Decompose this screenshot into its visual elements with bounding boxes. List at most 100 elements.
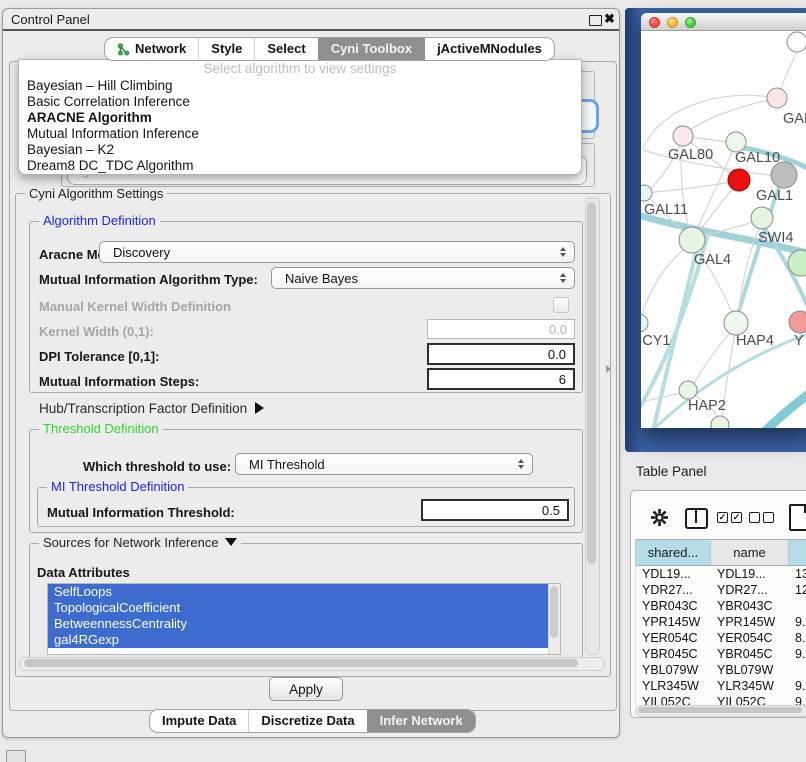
- node-label: GCY1: [641, 333, 671, 349]
- zoom-light-icon[interactable]: [685, 17, 696, 28]
- table-row[interactable]: YBR045CYBR045C9.: [636, 646, 806, 662]
- attribute-item-selfloops[interactable]: SelfLoops: [48, 584, 549, 600]
- node-table: shared...nameA YDL19...YDL19...13YDR27..…: [635, 539, 806, 706]
- network-node[interactable]: [711, 416, 729, 428]
- network-node[interactable]: [787, 32, 806, 52]
- table-body: YDL19...YDL19...13YDR27...YDR27...12YBR0…: [635, 566, 806, 706]
- table-row[interactable]: YBL079WYBL079W: [636, 662, 806, 678]
- algorithm-option-mutual-information-inference[interactable]: Mutual Information Inference: [19, 126, 581, 142]
- close-light-icon[interactable]: [649, 17, 660, 28]
- table-row[interactable]: YLR345WYLR345W9.: [636, 678, 806, 694]
- mi-steps-field[interactable]: 6: [427, 368, 575, 390]
- sources-legend[interactable]: Sources for Network Inference: [39, 536, 241, 549]
- network-node[interactable]: [679, 227, 705, 253]
- table-cell: YLR345W: [711, 678, 789, 694]
- mi-threshold-field[interactable]: 0.5: [421, 499, 569, 521]
- import-table-icon[interactable]: [789, 504, 806, 531]
- kernel-width-field[interactable]: 0.0: [427, 319, 575, 339]
- tab-style[interactable]: Style: [198, 38, 254, 60]
- manual-kernel-label: Manual Kernel Width Definition: [39, 299, 231, 314]
- table-panel: ✓ ✓ shared...nameA YDL19...YDL19...13YDR…: [630, 490, 806, 718]
- column-header-shared[interactable]: shared...: [636, 540, 711, 566]
- aracne-mode-select[interactable]: Discovery: [99, 241, 575, 263]
- panel-splitter-handle[interactable]: [606, 365, 611, 373]
- tab-label: Discretize Data: [261, 710, 354, 732]
- column-header-name[interactable]: name: [711, 540, 789, 566]
- table-row[interactable]: YDR27...YDR27...12: [636, 582, 806, 598]
- node-label: Y: [794, 333, 804, 349]
- tab-infer-network[interactable]: Infer Network: [367, 710, 475, 732]
- node-label: GAL4: [694, 252, 731, 268]
- select-all-checkbox-icon[interactable]: ✓: [731, 512, 742, 523]
- attribute-item-gal4rgexp[interactable]: gal4RGexp: [48, 632, 549, 648]
- network-node[interactable]: [641, 185, 652, 201]
- table-cell: [789, 598, 806, 614]
- algorithm-option-aracne-algorithm[interactable]: ARACNE Algorithm: [19, 110, 581, 126]
- table-row[interactable]: YPR145WYPR145W9.: [636, 614, 806, 630]
- network-graph: GALGAL80GAL10GAL1GAL11SWI4GAL4GCY1HAP4YH…: [641, 31, 806, 428]
- table-hscrollbar-thumb[interactable]: [638, 707, 802, 713]
- attribute-item-betweennesscentrality[interactable]: BetweennessCentrality: [48, 616, 549, 632]
- network-edge: [690, 98, 777, 130]
- network-node[interactable]: [728, 169, 750, 191]
- table-row[interactable]: YER054CYER054C8.: [636, 630, 806, 646]
- table-row[interactable]: YDL19...YDL19...13: [636, 566, 806, 582]
- tab-select[interactable]: Select: [254, 38, 317, 60]
- column-header-a[interactable]: A: [789, 540, 806, 566]
- network-node[interactable]: [767, 88, 787, 108]
- close-icon[interactable]: ✖: [604, 11, 615, 27]
- network-node[interactable]: [789, 311, 806, 333]
- tab-label: Network: [135, 38, 186, 60]
- minimize-light-icon[interactable]: [667, 17, 678, 28]
- algorithm-option-bayesian-hill-climbing[interactable]: Bayesian – Hill Climbing: [19, 78, 581, 94]
- split-columns-icon[interactable]: [685, 508, 708, 529]
- table-header-row: shared...nameA: [635, 539, 806, 566]
- mi-type-select[interactable]: Naive Bayes: [271, 267, 575, 289]
- tab-jactivemnodules[interactable]: jActiveMNodules: [424, 38, 554, 60]
- gear-icon[interactable]: [649, 507, 670, 528]
- network-node[interactable]: [724, 311, 748, 335]
- network-node[interactable]: [751, 207, 773, 229]
- tab-label: Cyni Toolbox: [331, 38, 412, 60]
- algorithm-option-bayesian-k2[interactable]: Bayesian – K2: [19, 142, 581, 158]
- tab-cyni-toolbox[interactable]: Cyni Toolbox: [318, 38, 424, 60]
- network-node[interactable]: [673, 126, 693, 146]
- which-threshold-value: MI Threshold: [249, 457, 325, 472]
- table-cell: YDL19...: [711, 566, 789, 582]
- deselect-all-checkbox-icon[interactable]: [763, 512, 774, 523]
- table-cell: YBR043C: [636, 598, 711, 614]
- tab-network[interactable]: Network: [105, 38, 198, 60]
- mi-threshold-legend: MI Threshold Definition: [47, 480, 188, 493]
- disclosure-down-icon: [225, 538, 237, 546]
- algorithm-option-basic-correlation-inference[interactable]: Basic Correlation Inference: [19, 94, 581, 110]
- deselect-all-checkbox-icon[interactable]: [749, 512, 760, 523]
- network-canvas[interactable]: GALGAL80GAL10GAL1GAL11SWI4GAL4GCY1HAP4YH…: [641, 31, 806, 428]
- network-window-titlebar[interactable]: [641, 13, 806, 31]
- data-attributes-label: Data Attributes: [37, 565, 130, 580]
- cut-off-button[interactable]: [6, 750, 26, 762]
- float-window-icon[interactable]: [589, 15, 602, 26]
- network-node[interactable]: [679, 381, 697, 399]
- tab-discretize-data[interactable]: Discretize Data: [248, 710, 366, 732]
- table-row[interactable]: YBR043CYBR043C: [636, 598, 806, 614]
- network-node[interactable]: [726, 132, 746, 152]
- table-cell: YPR145W: [636, 614, 711, 630]
- network-node[interactable]: [641, 314, 648, 332]
- hub-definition-disclosure[interactable]: Hub/Transcription Factor Definition: [39, 401, 264, 416]
- settings-scrollbar-thumb[interactable]: [587, 202, 596, 564]
- tab-impute-data[interactable]: Impute Data: [150, 710, 248, 732]
- node-label: GAL80: [668, 147, 713, 163]
- table-cell: 13: [789, 566, 806, 582]
- table-cell: 9.: [789, 678, 806, 694]
- algorithm-option-dream8-dc-tdc-algorithm[interactable]: Dream8 DC_TDC Algorithm: [19, 158, 581, 174]
- dpi-tolerance-field[interactable]: 0.0: [427, 343, 575, 365]
- settings-hscrollbar-thumb[interactable]: [24, 659, 578, 667]
- attribute-item-topologicalcoefficient[interactable]: TopologicalCoefficient: [48, 600, 549, 616]
- which-threshold-select[interactable]: MI Threshold: [235, 453, 533, 475]
- which-threshold-label: Which threshold to use:: [83, 459, 231, 474]
- apply-button[interactable]: Apply: [269, 677, 343, 701]
- select-all-checkbox-icon[interactable]: ✓: [717, 512, 728, 523]
- manual-kernel-checkbox[interactable]: [553, 297, 569, 313]
- table-cell: YER054C: [636, 630, 711, 646]
- list-scrollbar-thumb[interactable]: [550, 586, 558, 638]
